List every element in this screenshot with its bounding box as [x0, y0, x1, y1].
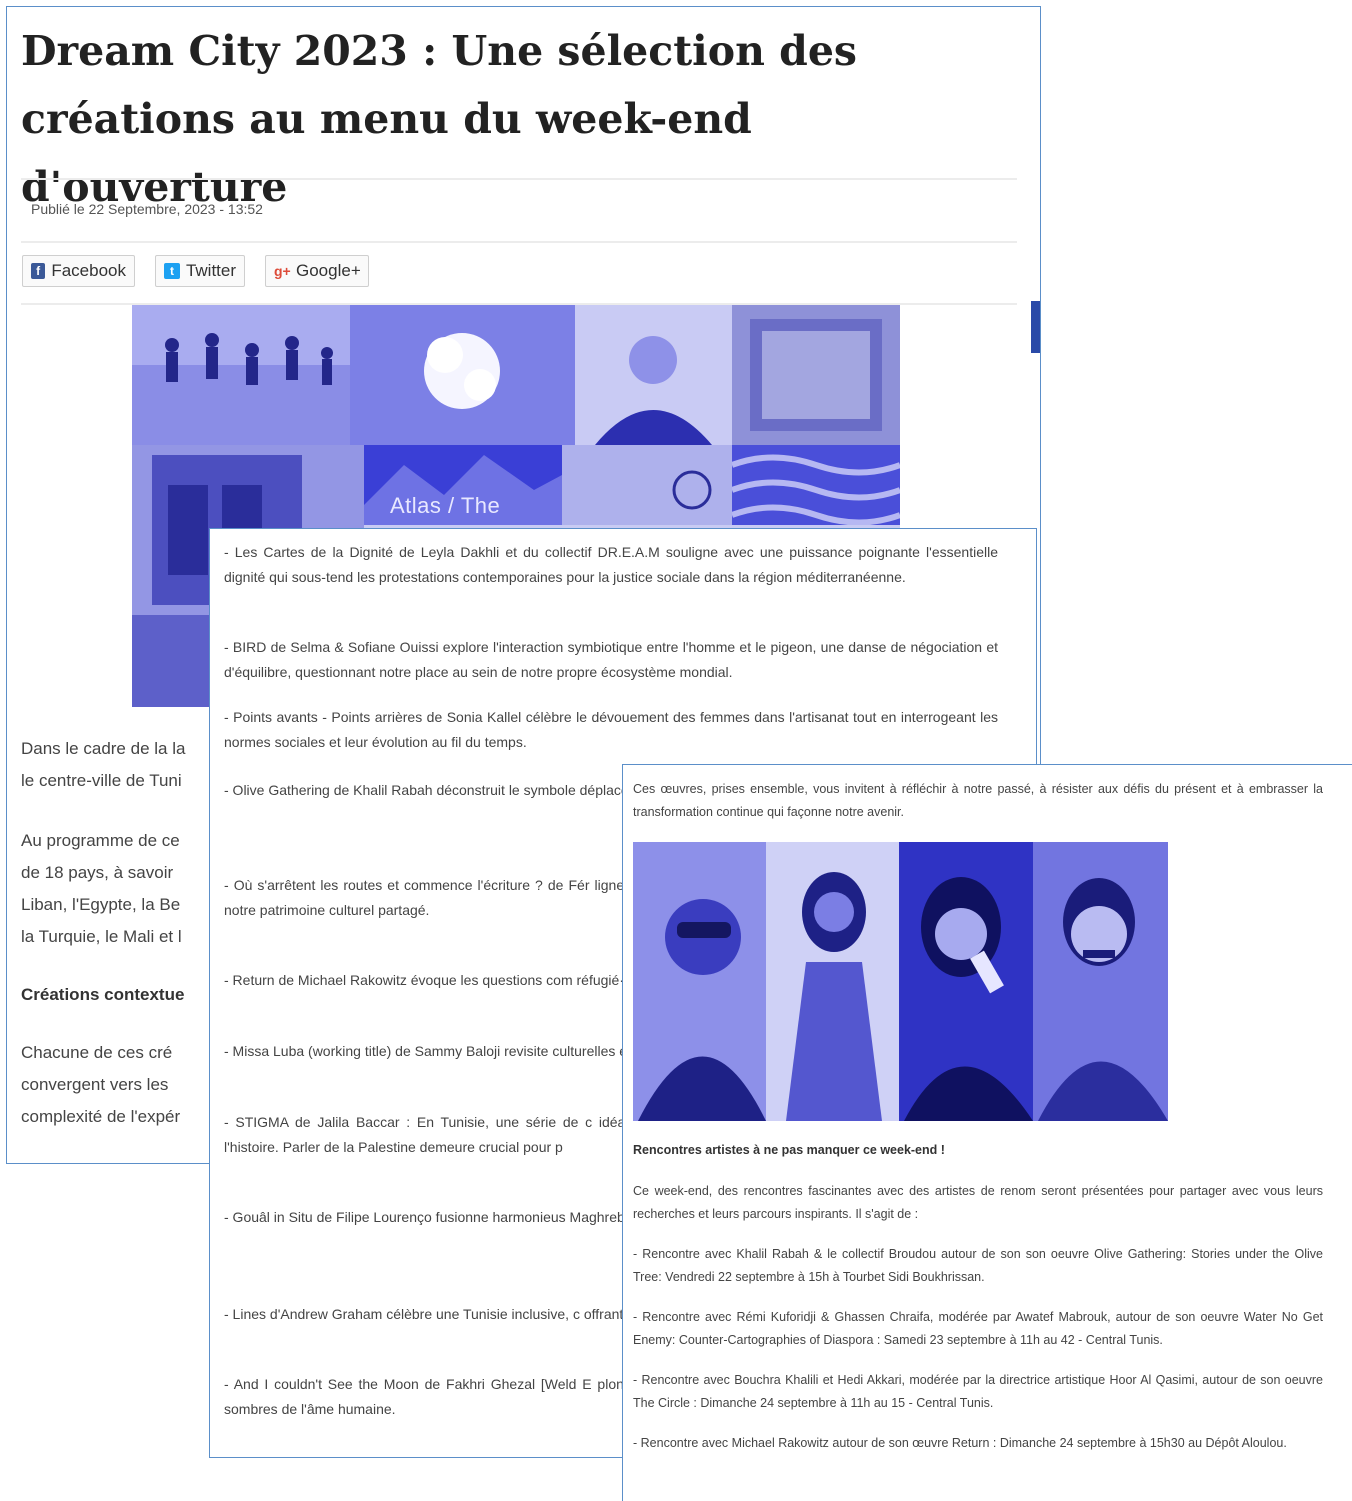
meeting-item: - Rencontre avec Bouchra Khalili et Hedi…: [633, 1373, 1323, 1410]
body-line: la Turquie, le Mali et l: [21, 927, 182, 946]
meeting-item: - Rencontre avec Michael Rakowitz autour…: [633, 1436, 1287, 1450]
dancers-photo: [132, 305, 350, 445]
facebook-share-button[interactable]: f Facebook: [22, 255, 135, 287]
artist-photo: [899, 842, 1033, 1121]
meeting-item: - Rencontre avec Rémi Kuforidji & Ghasse…: [633, 1310, 1323, 1347]
article-title: Dream City 2023 : Une sélection des créa…: [21, 27, 857, 211]
body-line: Liban, l'Egypte, la Be: [21, 895, 181, 914]
cupboard-photo: [732, 305, 900, 445]
twitter-label: Twitter: [185, 261, 236, 280]
body-line: le centre-ville de Tuni: [21, 771, 182, 790]
meeting-item: - Rencontre avec Khalil Rabah & le colle…: [633, 1247, 1323, 1284]
facebook-icon: f: [31, 263, 46, 279]
body-line: Chacune de ces cré: [21, 1043, 173, 1062]
symbol-image: [562, 445, 732, 525]
artist-photo: [633, 842, 766, 1121]
publish-date: Publié le 22 Septembre, 2023 - 13:52: [31, 201, 263, 217]
body-line: complexité de l'expér: [21, 1107, 181, 1126]
twitter-share-button[interactable]: t Twitter: [155, 255, 245, 287]
scrollbar-thumb[interactable]: [1031, 301, 1040, 353]
body-line: Au programme de ce: [21, 831, 180, 850]
divider: [21, 241, 1017, 243]
meetings-heading: Rencontres artistes à ne pas manquer ce …: [633, 1143, 945, 1157]
divider: [21, 178, 1017, 180]
work-item: - BIRD de Selma & Sofiane Ouissi explore…: [224, 639, 998, 680]
white-splash-image: [350, 305, 575, 445]
body-line: de 18 pays, à savoir: [21, 863, 174, 882]
google-plus-icon: g+: [274, 263, 291, 279]
collage-caption: Atlas / The: [390, 493, 501, 518]
body-line: convergent vers les: [21, 1075, 169, 1094]
meetings-lead: Ce week-end, des rencontres fascinantes …: [633, 1184, 1323, 1221]
twitter-icon: t: [164, 263, 180, 279]
textile-image: [732, 445, 900, 525]
google-label: Google+: [296, 261, 361, 280]
work-item: - Les Cartes de la Dignité de Leyla Dakh…: [224, 544, 998, 585]
body-line: Dans le cadre de la la: [21, 739, 186, 758]
google-share-button[interactable]: g+ Google+: [265, 255, 369, 287]
work-item: - Points avants - Points arrières de Son…: [224, 709, 998, 750]
artists-photo-strip: [633, 842, 1168, 1121]
intro-paragraph: Ces œuvres, prises ensemble, vous invite…: [633, 782, 1323, 819]
meetings-panel: Ces œuvres, prises ensemble, vous invite…: [622, 764, 1352, 1501]
facebook-label: Facebook: [51, 261, 126, 280]
section-heading: Créations contextue: [21, 985, 185, 1004]
artist-photo: [766, 842, 899, 1121]
artist-photo: [1033, 842, 1168, 1121]
woman-portrait-photo: [575, 305, 732, 445]
